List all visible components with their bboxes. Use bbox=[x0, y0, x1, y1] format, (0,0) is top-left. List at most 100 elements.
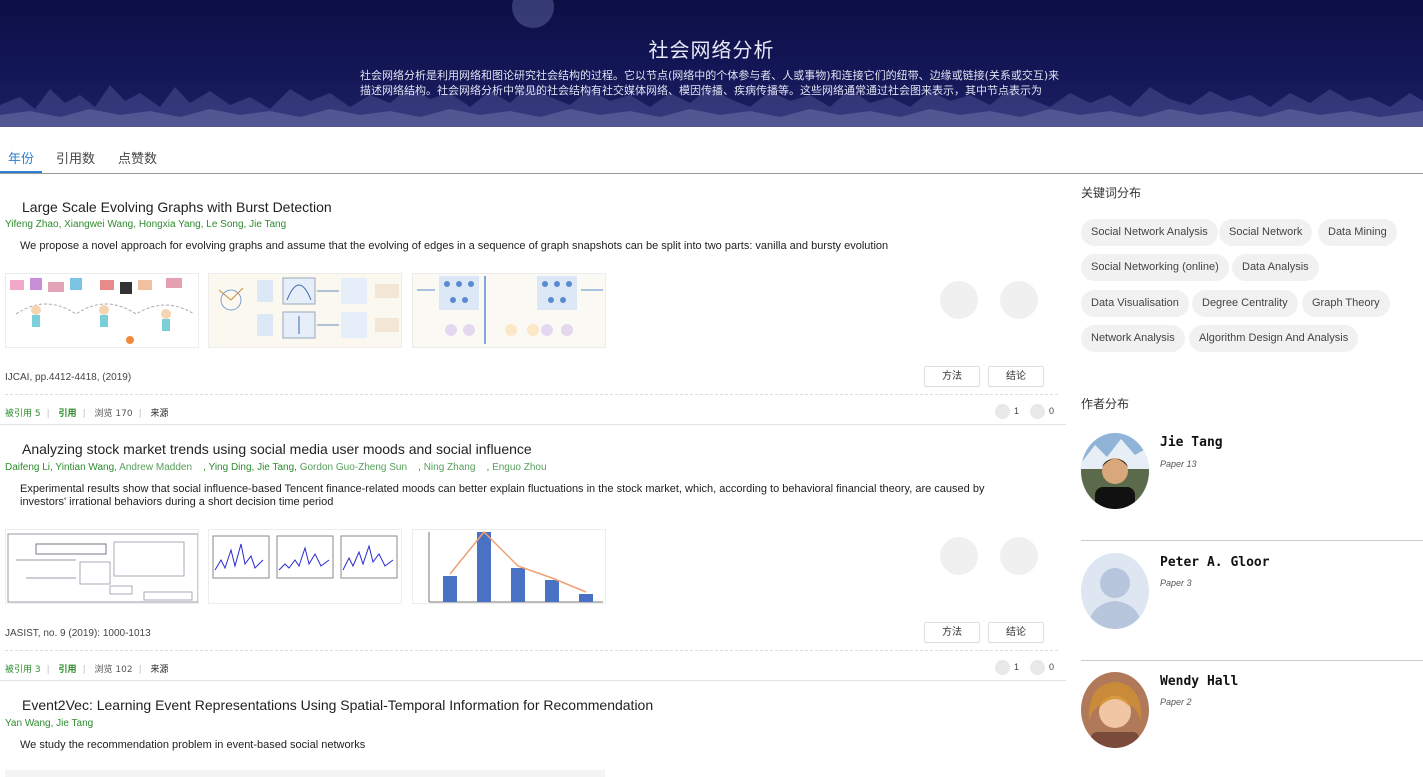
views-label: 浏览 bbox=[94, 409, 113, 419]
paper-abstract: Experimental results show that social in… bbox=[20, 483, 985, 508]
conclusion-button[interactable]: 结论 bbox=[988, 622, 1044, 643]
divider bbox=[5, 394, 1058, 395]
keyword-tag[interactable]: Network Analysis bbox=[1081, 325, 1185, 352]
figure-thumbnail[interactable] bbox=[5, 273, 199, 348]
like-button[interactable]: 1 bbox=[995, 404, 1019, 419]
author-link[interactable]: Jie Tang bbox=[249, 219, 286, 230]
cited-by-count[interactable]: 5 bbox=[35, 409, 41, 419]
author-link[interactable]: Ning Zhang bbox=[424, 462, 476, 473]
tab-likes[interactable]: 点赞数 bbox=[118, 148, 157, 167]
author-link[interactable]: Jie Tang bbox=[257, 462, 294, 473]
avatar bbox=[1081, 433, 1149, 509]
source-link[interactable]: 来源 bbox=[150, 409, 168, 419]
paper-abstract: We study the recommendation problem in e… bbox=[20, 739, 366, 751]
views-label: 浏览 bbox=[94, 665, 113, 675]
thumbs-up-icon bbox=[995, 660, 1010, 675]
author-link[interactable]: Ying Ding bbox=[209, 462, 252, 473]
avatar bbox=[1081, 672, 1149, 748]
figure-thumbnail[interactable] bbox=[208, 273, 402, 348]
authors-heading: 作者分布 bbox=[1081, 397, 1130, 411]
author-link[interactable]: Jie Tang bbox=[56, 718, 93, 729]
dislike-button[interactable]: 0 bbox=[1030, 404, 1054, 419]
paper-venue: JASIST, no. 9 (2019): 1000-1013 bbox=[5, 628, 151, 639]
paper-stats: 被引用 5 | 引用 | 浏览 170 | 来源 bbox=[5, 409, 169, 419]
author-link[interactable]: Le Song bbox=[206, 219, 243, 230]
author-paper-count: Paper 13 bbox=[1160, 459, 1197, 469]
divider bbox=[0, 424, 1066, 425]
thumbs-down-icon bbox=[1030, 660, 1045, 675]
author-link[interactable]: Yifeng Zhao bbox=[5, 219, 59, 230]
author-link[interactable]: Yintian Wang bbox=[55, 462, 114, 473]
like-button[interactable]: 1 bbox=[995, 660, 1019, 675]
dislike-button[interactable]: 0 bbox=[1030, 660, 1054, 675]
dislike-count: 0 bbox=[1049, 661, 1055, 672]
divider bbox=[0, 680, 1066, 681]
author-link[interactable]: Andrew Madden bbox=[119, 462, 192, 473]
figure-strip bbox=[5, 770, 605, 777]
thumbs-up-icon bbox=[995, 404, 1010, 419]
author-link[interactable]: Daifeng Li bbox=[5, 462, 50, 473]
paper-abstract: We propose a novel approach for evolving… bbox=[20, 240, 889, 252]
paper-authors: Daifeng Li, Yintian Wang, Andrew Madden … bbox=[5, 462, 547, 473]
source-link[interactable]: 来源 bbox=[150, 665, 168, 675]
author-paper-count: Paper 3 bbox=[1160, 578, 1192, 588]
cited-by-label[interactable]: 被引用 bbox=[5, 665, 32, 675]
method-button[interactable]: 方法 bbox=[924, 622, 980, 643]
author-name[interactable]: Jie Tang bbox=[1160, 435, 1223, 450]
figure-thumbnail[interactable] bbox=[5, 529, 199, 604]
keyword-tag[interactable]: Data Analysis bbox=[1232, 254, 1319, 281]
banner-title: 社会网络分析 bbox=[648, 38, 775, 62]
author-name[interactable]: Wendy Hall bbox=[1160, 674, 1238, 689]
figure-thumbnail[interactable] bbox=[412, 529, 606, 604]
placeholder-circle bbox=[940, 281, 978, 319]
author-link[interactable]: Yan Wang bbox=[5, 718, 51, 729]
keywords-heading: 关键词分布 bbox=[1081, 186, 1142, 200]
views-count: 102 bbox=[115, 665, 133, 675]
paper-venue: IJCAI, pp.4412-4418, (2019) bbox=[5, 372, 132, 383]
keyword-tag[interactable]: Social Network Analysis bbox=[1081, 219, 1218, 246]
keyword-tag[interactable]: Data Visualisation bbox=[1081, 290, 1189, 317]
banner-description: 社会网络分析是利用网络和图论研究社会结构的过程。它以节点(网络中的个体参与者、人… bbox=[360, 69, 1060, 97]
sort-tabs: 年份 引用数 点赞数 bbox=[0, 143, 1423, 174]
dislike-count: 0 bbox=[1049, 405, 1055, 416]
keyword-tag[interactable]: Degree Centrality bbox=[1192, 290, 1298, 317]
divider bbox=[1081, 660, 1423, 661]
paper-authors: Yifeng Zhao, Xiangwei Wang, Hongxia Yang… bbox=[5, 219, 287, 230]
active-tab-indicator bbox=[0, 171, 42, 173]
avatar bbox=[1081, 553, 1149, 629]
figure-thumbnail[interactable] bbox=[208, 529, 402, 604]
placeholder-circle bbox=[1000, 281, 1038, 319]
method-button[interactable]: 方法 bbox=[924, 366, 980, 387]
author-link[interactable]: Xiangwei Wang bbox=[64, 219, 133, 230]
paper-authors: Yan Wang, Jie Tang bbox=[5, 718, 94, 729]
keyword-tag[interactable]: Data Mining bbox=[1318, 219, 1397, 246]
cite-link[interactable]: 引用 bbox=[59, 409, 77, 419]
author-link[interactable]: Gordon Guo-Zheng Sun bbox=[300, 462, 407, 473]
tab-year[interactable]: 年份 bbox=[8, 148, 34, 167]
author-link[interactable]: Hongxia Yang bbox=[139, 219, 201, 230]
author-link[interactable]: Enguo Zhou bbox=[492, 462, 547, 473]
conclusion-button[interactable]: 结论 bbox=[988, 366, 1044, 387]
paper-title[interactable]: Analyzing stock market trends using soci… bbox=[22, 441, 532, 457]
divider bbox=[5, 650, 1058, 651]
cited-by-count[interactable]: 3 bbox=[35, 665, 41, 675]
keyword-tag[interactable]: Social Network bbox=[1219, 219, 1313, 246]
cited-by-label[interactable]: 被引用 bbox=[5, 409, 32, 419]
cite-link[interactable]: 引用 bbox=[59, 665, 77, 675]
placeholder-circle bbox=[940, 537, 978, 575]
banner-decoration bbox=[512, 0, 554, 28]
paper-stats: 被引用 3 | 引用 | 浏览 102 | 来源 bbox=[5, 665, 169, 675]
like-count: 1 bbox=[1014, 661, 1020, 672]
paper-title[interactable]: Large Scale Evolving Graphs with Burst D… bbox=[22, 199, 332, 215]
figure-thumbnail[interactable] bbox=[412, 273, 606, 348]
keyword-tag[interactable]: Graph Theory bbox=[1302, 290, 1390, 317]
divider bbox=[1081, 540, 1423, 541]
paper-title[interactable]: Event2Vec: Learning Event Representation… bbox=[22, 697, 653, 713]
author-name[interactable]: Peter A. Gloor bbox=[1160, 555, 1270, 570]
banner: 社会网络分析 社会网络分析是利用网络和图论研究社会结构的过程。它以节点(网络中的… bbox=[0, 0, 1423, 127]
tab-citations[interactable]: 引用数 bbox=[56, 148, 95, 167]
thumbs-down-icon bbox=[1030, 404, 1045, 419]
author-paper-count: Paper 2 bbox=[1160, 697, 1192, 707]
keyword-tag[interactable]: Social Networking (online) bbox=[1081, 254, 1229, 281]
keyword-tag[interactable]: Algorithm Design And Analysis bbox=[1189, 325, 1359, 352]
